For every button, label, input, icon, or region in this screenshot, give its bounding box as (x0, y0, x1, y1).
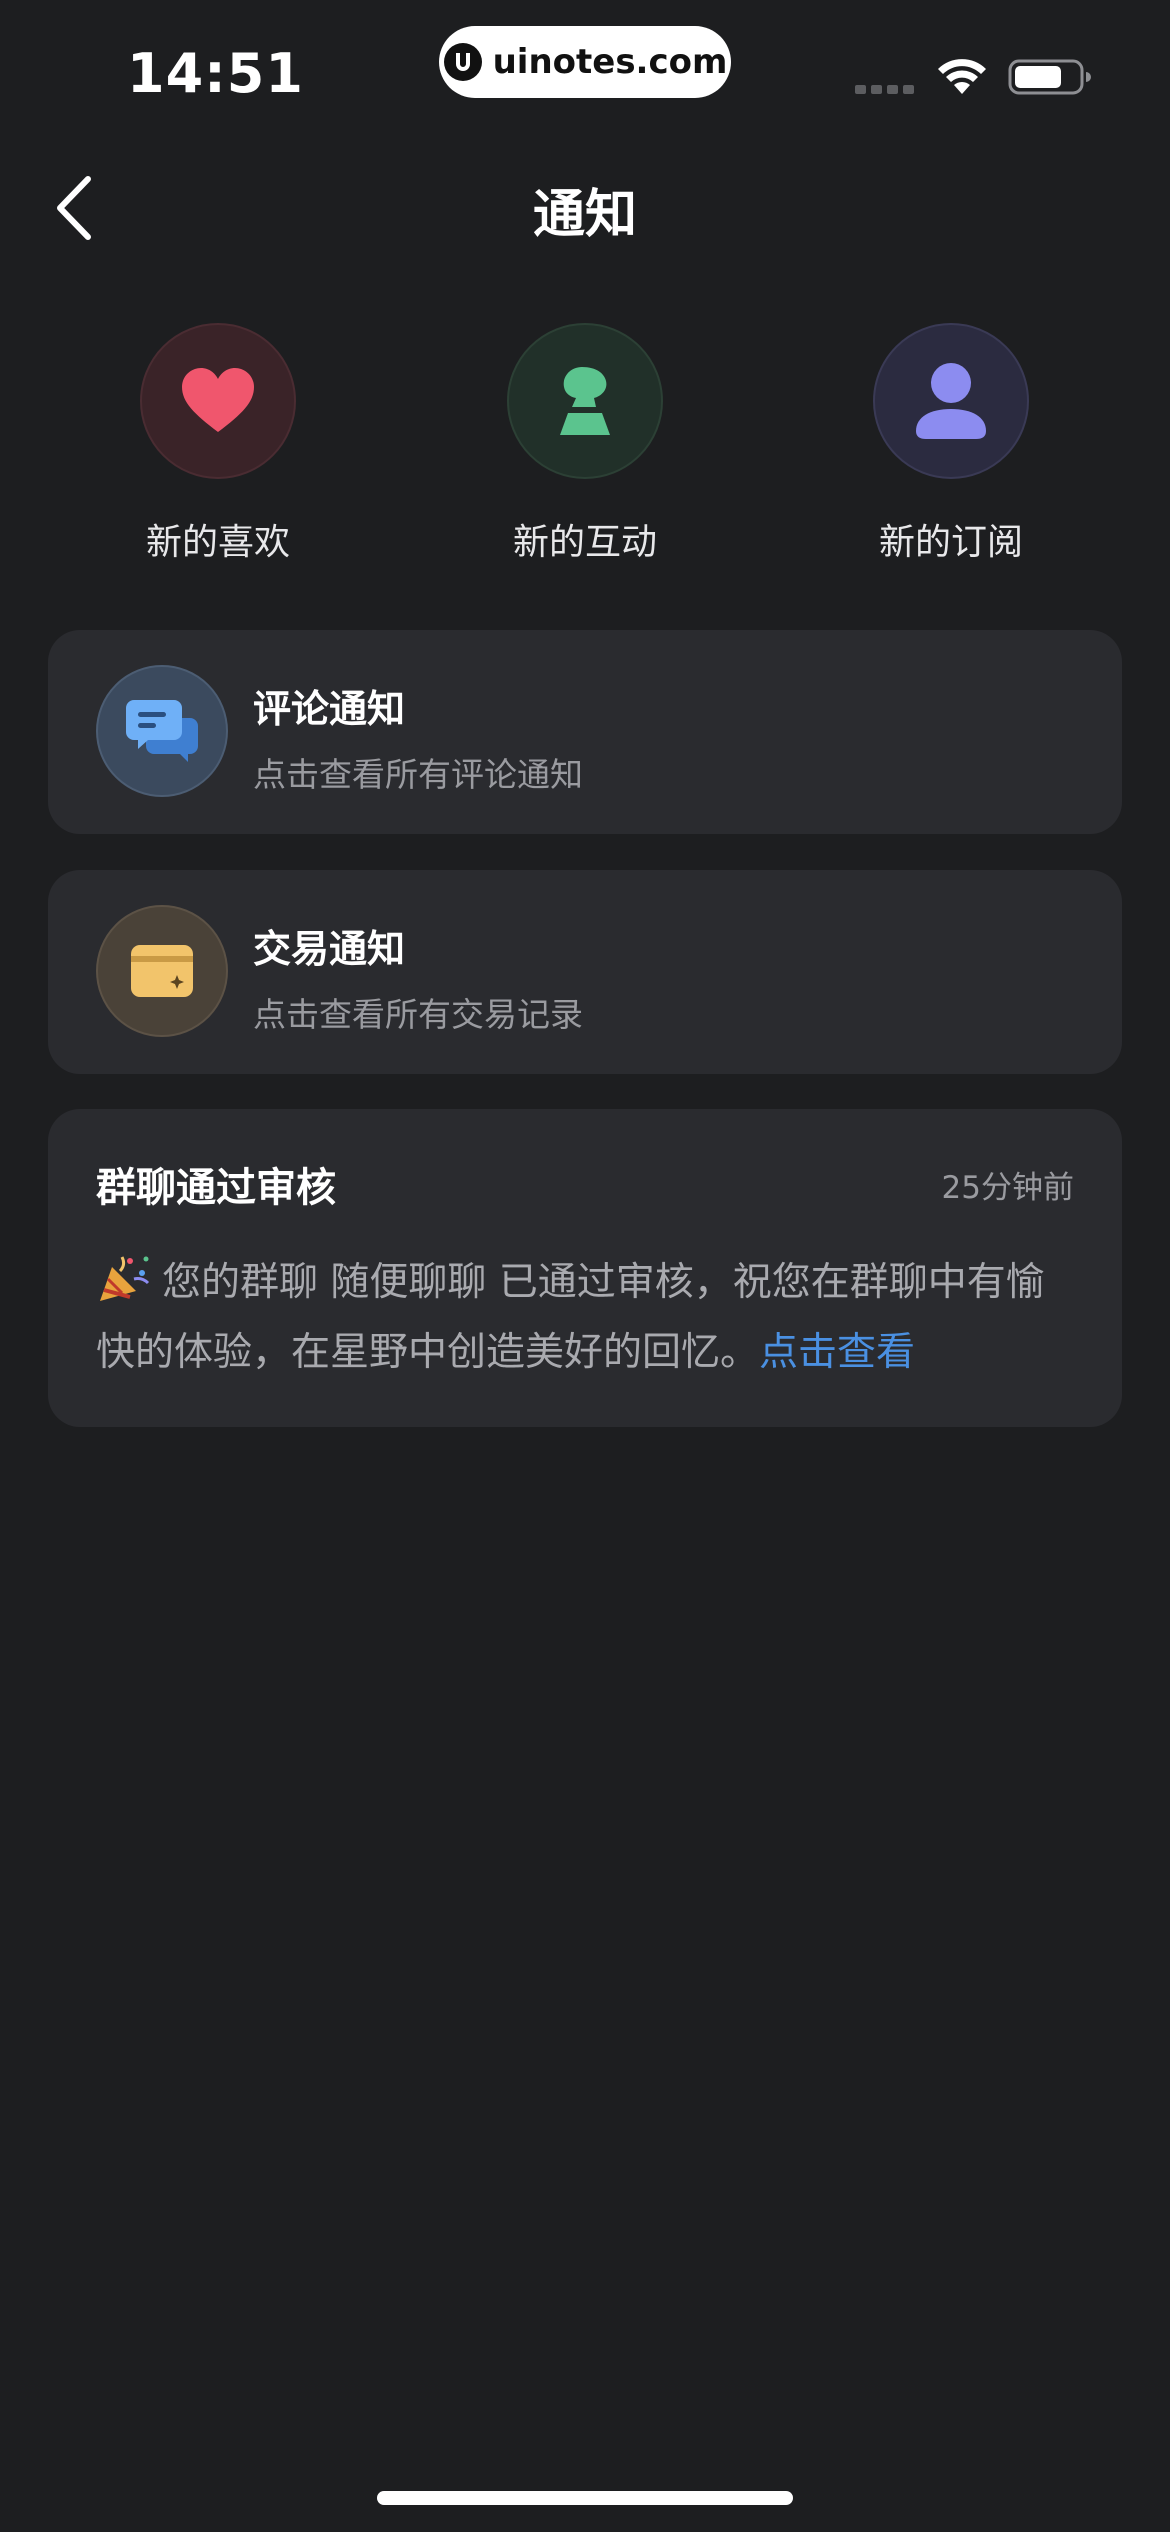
watermark-text: uinotes.com (492, 42, 728, 82)
quick-action-label: 新的互动 (512, 522, 657, 563)
message-time: 25分钟前 (941, 1170, 1074, 1206)
quick-action-label: 新的订阅 (878, 522, 1023, 563)
heart-icon-circle (140, 323, 296, 479)
wifi-icon (938, 59, 986, 94)
group-approved-message-card[interactable]: 群聊通过审核 25分钟前 您的群聊 随便聊聊 已通过审核，祝您在群聊中有愉快的体… (48, 1109, 1122, 1427)
wallet-card-icon (131, 945, 193, 997)
party-popper-icon (100, 1256, 150, 1301)
chat-bubbles-icon-circle (96, 665, 228, 797)
uinotes-logo-icon (443, 43, 482, 81)
chess-piece-icon-circle (507, 323, 663, 479)
view-details-link[interactable]: 点击查看 (759, 1330, 915, 1375)
watermark-badge: uinotes.com (439, 26, 731, 98)
quick-action-new-interactions[interactable]: 新的互动 (455, 323, 715, 565)
comment-notifications-card[interactable]: 评论通知 点击查看所有评论通知 (48, 630, 1122, 834)
quick-action-new-subscriptions[interactable]: 新的订阅 (821, 323, 1081, 565)
transaction-notifications-card[interactable]: 交易通知 点击查看所有交易记录 (48, 870, 1122, 1074)
cellular-signal-icon (855, 85, 914, 94)
chess-piece-icon (560, 367, 610, 435)
person-icon-circle (873, 323, 1029, 479)
message-body: 您的群聊 随便聊聊 已通过审核，祝您在群聊中有愉快的体验，在星野中创造美好的回忆… (96, 1248, 1081, 1388)
message-title: 群聊通过审核 (96, 1165, 336, 1211)
card-title: 交易通知 (253, 927, 406, 971)
status-time: 14:51 (127, 42, 304, 105)
wallet-card-icon-circle (96, 905, 228, 1037)
heart-icon (182, 368, 254, 432)
card-subtitle: 点击查看所有交易记录 (253, 995, 583, 1034)
card-subtitle: 点击查看所有评论通知 (253, 755, 583, 794)
battery-icon (1008, 59, 1091, 95)
quick-action-new-likes[interactable]: 新的喜欢 (88, 323, 348, 565)
quick-action-label: 新的喜欢 (145, 522, 290, 563)
page-title: 通知 (532, 185, 637, 245)
chat-bubbles-icon (126, 700, 198, 762)
person-icon (916, 363, 986, 439)
card-title: 评论通知 (253, 687, 406, 731)
home-indicator[interactable] (377, 2491, 793, 2505)
